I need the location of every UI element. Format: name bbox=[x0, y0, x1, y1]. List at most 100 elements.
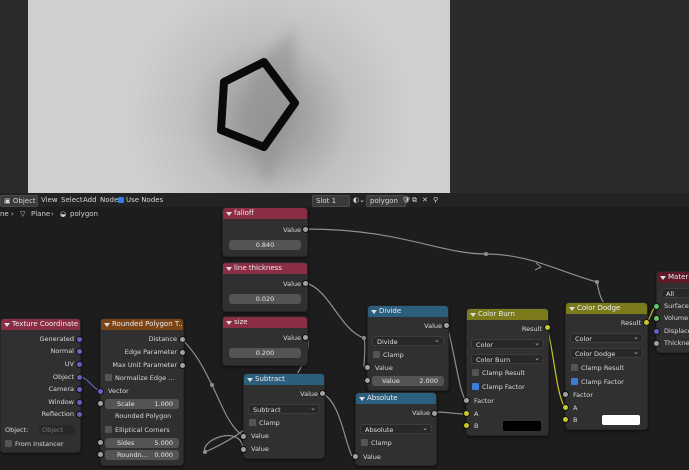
volume-socket[interactable] bbox=[653, 315, 660, 322]
reroute-dot[interactable] bbox=[362, 336, 366, 340]
clamp-factor-checkbox[interactable]: Clamp Factor bbox=[472, 382, 525, 392]
thickness-socket[interactable] bbox=[653, 340, 660, 347]
roundness-field[interactable]: Roundn... 0.000 bbox=[105, 450, 179, 460]
a-socket[interactable] bbox=[562, 404, 569, 411]
duplicate-material-icon[interactable]: ⧉ bbox=[412, 195, 417, 205]
output-socket[interactable] bbox=[319, 390, 326, 397]
socket-sides-in[interactable] bbox=[97, 439, 104, 446]
socket-window[interactable] bbox=[76, 399, 83, 406]
color-dodge-mix-node[interactable]: Color Dodge Result Color Color Dodge Cla… bbox=[565, 302, 648, 430]
node-title[interactable]: Divide bbox=[368, 306, 448, 317]
from-instancer-checkbox[interactable]: From Instancer bbox=[5, 439, 64, 449]
a-socket[interactable] bbox=[463, 410, 470, 417]
material-browse-icon[interactable]: ◐⌄ bbox=[353, 195, 365, 205]
socket-object[interactable] bbox=[76, 374, 83, 381]
socket-uv[interactable] bbox=[76, 361, 83, 368]
material-output-node[interactable]: Mater All Surface Volume Displace Thickn… bbox=[656, 271, 689, 353]
line-thickness-value-node[interactable]: line thickness Value 0.020 bbox=[222, 262, 308, 312]
reroute-dot[interactable] bbox=[484, 252, 488, 256]
displacement-socket[interactable] bbox=[653, 328, 660, 335]
falloff-value-node[interactable]: falloff Value 0.840 bbox=[222, 207, 308, 257]
b-color-swatch[interactable] bbox=[602, 415, 640, 425]
reroute-dot[interactable] bbox=[210, 383, 214, 387]
clamp-result-checkbox[interactable]: Clamp Result bbox=[472, 368, 525, 378]
socket-scale-in[interactable] bbox=[97, 400, 104, 407]
value-field[interactable]: 0.840 bbox=[229, 240, 301, 250]
factor-socket[interactable] bbox=[562, 391, 569, 398]
sides-field[interactable]: Sides 5.000 bbox=[105, 438, 179, 448]
node-title[interactable]: falloff bbox=[223, 208, 307, 219]
blend-mode-dropdown[interactable]: Color Dodge bbox=[570, 347, 643, 358]
slot-dropdown[interactable]: Slot 1 bbox=[312, 195, 350, 207]
node-title[interactable]: Texture Coordinate bbox=[1, 319, 80, 330]
pin-icon[interactable]: ⚲ bbox=[433, 195, 438, 205]
b-socket[interactable] bbox=[562, 416, 569, 423]
socket-camera[interactable] bbox=[76, 386, 83, 393]
menu-node[interactable]: Node bbox=[100, 195, 118, 205]
fake-user-icon[interactable]: 🛡 bbox=[402, 195, 411, 205]
output-socket[interactable] bbox=[443, 322, 450, 329]
operation-dropdown[interactable]: Absolute bbox=[360, 423, 432, 434]
rounded-polygon-node[interactable]: Rounded Polygon T... Distance Edge Param… bbox=[100, 318, 184, 466]
node-title[interactable]: Rounded Polygon T... bbox=[101, 319, 183, 330]
input-socket[interactable] bbox=[352, 453, 359, 460]
operation-dropdown[interactable]: Divide bbox=[372, 335, 444, 346]
normalize-edge-checkbox[interactable]: Normalize Edge ... bbox=[105, 373, 174, 383]
socket-generated[interactable] bbox=[76, 336, 83, 343]
mode-dropdown[interactable]: ▣ Object bbox=[0, 195, 38, 207]
reroute-dot[interactable] bbox=[595, 280, 599, 284]
socket-edge-parameter[interactable] bbox=[179, 349, 186, 356]
b-color-swatch[interactable] bbox=[503, 421, 541, 431]
node-title[interactable]: size bbox=[223, 317, 307, 328]
clamp-checkbox[interactable]: Clamp bbox=[373, 350, 404, 360]
socket-max-unit-parameter[interactable] bbox=[179, 362, 186, 369]
socket-distance[interactable] bbox=[179, 336, 186, 343]
node-title[interactable]: Absolute bbox=[356, 393, 436, 404]
socket-reflection[interactable] bbox=[76, 411, 83, 418]
node-title[interactable]: Subtract bbox=[244, 374, 324, 385]
b-socket[interactable] bbox=[463, 422, 470, 429]
input-socket[interactable] bbox=[364, 364, 371, 371]
factor-socket[interactable] bbox=[463, 397, 470, 404]
input-socket[interactable] bbox=[240, 433, 247, 440]
socket-normal[interactable] bbox=[76, 348, 83, 355]
node-title[interactable]: line thickness bbox=[223, 263, 307, 274]
menu-select[interactable]: Select bbox=[61, 195, 83, 205]
texture-coordinate-node[interactable]: Texture Coordinate Generated Normal UV O… bbox=[0, 318, 81, 453]
blend-mode-dropdown[interactable]: Color Burn bbox=[471, 353, 544, 364]
menu-add[interactable]: Add bbox=[83, 195, 97, 205]
node-title[interactable]: Mater bbox=[657, 272, 689, 283]
clamp-result-checkbox[interactable]: Clamp Result bbox=[571, 363, 624, 373]
divide-math-node[interactable]: Divide Value Divide Clamp Value Value 2.0… bbox=[367, 305, 449, 391]
divisor-field[interactable]: Value 2.000 bbox=[372, 376, 444, 386]
unlink-material-icon[interactable]: ✕ bbox=[422, 195, 428, 205]
output-socket[interactable] bbox=[302, 334, 309, 341]
operation-dropdown[interactable]: Subtract bbox=[248, 403, 320, 414]
socket-roundness-in[interactable] bbox=[97, 451, 104, 458]
input-socket[interactable] bbox=[364, 377, 371, 384]
output-socket[interactable] bbox=[302, 280, 309, 287]
scale-field[interactable]: Scale 1.000 bbox=[105, 399, 179, 409]
socket-vector-in[interactable] bbox=[97, 388, 104, 395]
object-picker-field[interactable]: Object bbox=[39, 425, 75, 435]
material-name-field[interactable]: polygon bbox=[366, 195, 406, 207]
output-socket[interactable] bbox=[544, 324, 551, 331]
output-socket[interactable] bbox=[643, 319, 650, 326]
output-socket[interactable] bbox=[431, 410, 438, 417]
material-preview[interactable] bbox=[28, 0, 450, 193]
use-nodes-toggle[interactable]: Use Nodes bbox=[118, 195, 163, 205]
clamp-checkbox[interactable]: Clamp bbox=[249, 418, 280, 428]
value-field[interactable]: 0.200 bbox=[229, 348, 301, 358]
node-title[interactable]: Color Burn bbox=[467, 309, 548, 320]
data-type-dropdown[interactable]: Color bbox=[570, 332, 643, 343]
value-field[interactable]: 0.020 bbox=[229, 294, 301, 304]
color-burn-mix-node[interactable]: Color Burn Result Color Color Burn Clamp… bbox=[466, 308, 549, 436]
surface-socket[interactable] bbox=[653, 303, 660, 310]
clamp-checkbox[interactable]: Clamp bbox=[361, 438, 392, 448]
node-title[interactable]: Color Dodge bbox=[566, 303, 647, 314]
absolute-math-node[interactable]: Absolute Value Absolute Clamp Value bbox=[355, 392, 437, 466]
reroute-dot[interactable] bbox=[203, 450, 207, 454]
clamp-factor-checkbox[interactable]: Clamp Factor bbox=[571, 377, 624, 387]
output-socket[interactable] bbox=[302, 226, 309, 233]
size-value-node[interactable]: size Value 0.200 bbox=[222, 316, 308, 366]
